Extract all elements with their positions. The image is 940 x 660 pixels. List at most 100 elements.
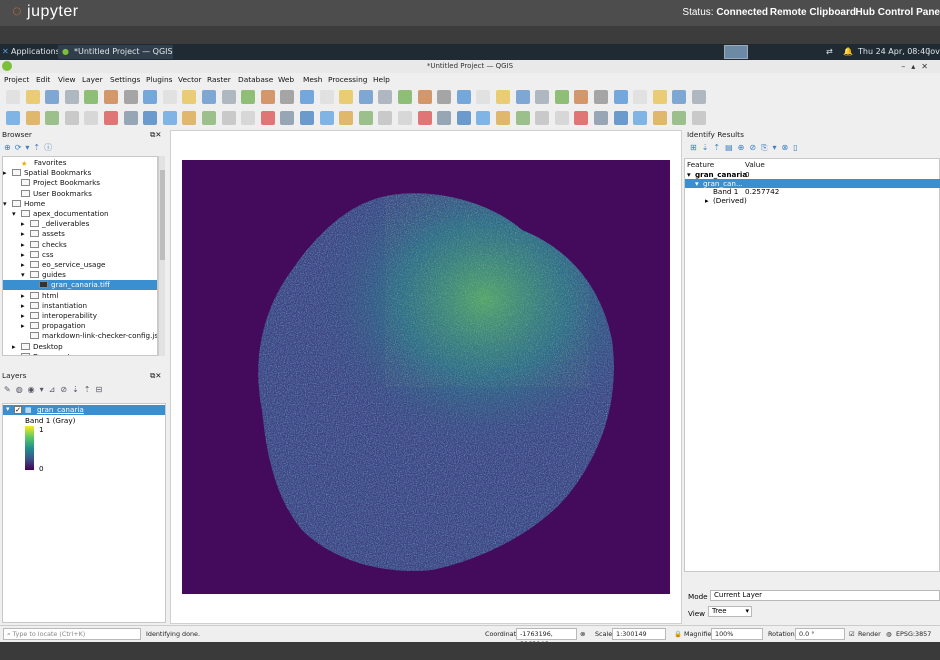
row1-tool-icon-20[interactable] (378, 90, 393, 104)
locator-search-input[interactable]: ⌕ Type to locate (Ctrl+K) (3, 628, 141, 640)
browser-item[interactable]: markdown-link-checker-config.json (3, 331, 157, 341)
browser-item[interactable]: ▸ Spatial Bookmarks (3, 168, 157, 178)
expand-arrow-icon[interactable]: ▸ (21, 250, 30, 260)
collapse-arrow-icon[interactable]: ▾ (6, 405, 10, 413)
row2-tool-icon-24[interactable] (456, 111, 471, 125)
row2-tool-icon-31[interactable] (594, 111, 608, 125)
row2-tool-icon-34[interactable] (652, 111, 667, 125)
crs-globe-icon[interactable]: ◍ (886, 630, 892, 638)
row1-tool-icon-14[interactable] (260, 90, 275, 104)
menu-vector[interactable]: Vector (178, 75, 202, 84)
row1-tool-icon-16[interactable] (300, 90, 314, 104)
identify-toolbar[interactable]: ⊞⇣⇡▤⊕⊘⎘▾⊗▯ (690, 143, 803, 153)
layer-visibility-checkbox[interactable]: ✓ (14, 406, 22, 414)
browser-item[interactable]: ▸ html (3, 291, 157, 301)
expand-arrow-icon[interactable]: ▸ (705, 196, 709, 205)
scrollbar-thumb[interactable] (160, 170, 165, 260)
row1-tool-icon-13[interactable] (241, 90, 256, 104)
row1-tool-icon-29[interactable] (554, 90, 569, 104)
expand-arrow-icon[interactable]: ▾ (12, 209, 21, 219)
expand-arrow-icon[interactable]: ▸ (12, 342, 21, 352)
panel-clock[interactable]: Thu 24 Apr, 08:40 (858, 47, 930, 56)
row1-tool-icon-32[interactable] (613, 90, 628, 104)
menu-help[interactable]: Help (373, 75, 390, 84)
browser-item[interactable]: ▾ apex_documentation (3, 209, 157, 219)
browser-item[interactable]: Project Bookmarks (3, 178, 157, 188)
expand-arrow-icon[interactable]: ▸ (21, 229, 30, 239)
browser-item[interactable]: ▾ guides (3, 270, 157, 280)
row2-tool-icon-25[interactable] (476, 111, 491, 125)
jupyter-logo[interactable]: ◌ jupyter (12, 3, 79, 21)
row2-tool-icon-20[interactable] (378, 111, 393, 125)
row2-tool-icon-4[interactable] (64, 111, 79, 125)
layers-toolbar[interactable]: ✎◍◉▾⊿⊘⇣⇡⊟ (4, 385, 107, 394)
expand-arrow-icon[interactable]: ▸ (21, 260, 30, 270)
row2-tool-icon-29[interactable] (554, 111, 569, 125)
row1-tool-icon-9[interactable] (162, 90, 177, 104)
menu-edit[interactable]: Edit (36, 75, 50, 84)
row1-tool-icon-18[interactable] (339, 90, 354, 104)
applications-menu[interactable]: Applications (11, 47, 60, 56)
row2-tool-icon-8[interactable] (143, 111, 158, 125)
row1-tool-icon-31[interactable] (594, 90, 608, 104)
view-select[interactable]: Tree ▾ (708, 606, 752, 617)
browser-toolbar[interactable]: ⊕⟳▾⇡ⓘ (4, 142, 56, 153)
browser-item[interactable]: ★ Favorites (3, 158, 157, 168)
workspace-switcher[interactable] (724, 45, 748, 59)
expand-arrow-icon[interactable]: ▸ (21, 321, 30, 331)
browser-item[interactable]: gran_canaria.tiff (3, 280, 157, 291)
layer-name[interactable]: gran_canaria (37, 405, 84, 414)
browser-item[interactable]: ▸ Documents (3, 352, 157, 355)
row1-tool-icon-21[interactable] (398, 90, 412, 104)
row1-tool-icon-11[interactable] (202, 90, 216, 104)
row1-tool-icon-25[interactable] (476, 90, 491, 104)
row2-tool-icon-16[interactable] (300, 111, 314, 125)
row2-tool-icon-32[interactable] (613, 111, 628, 125)
row2-tool-icon-6[interactable] (104, 111, 118, 125)
browser-item[interactable]: ▸ Desktop (3, 342, 157, 352)
identify-row[interactable]: ▸ (Derived) (685, 196, 940, 205)
mode-select[interactable]: Current Layer (710, 590, 940, 601)
row1-tool-icon-17[interactable] (319, 90, 334, 104)
expand-arrow-icon[interactable]: ▸ (21, 311, 30, 321)
row2-tool-icon-5[interactable] (84, 111, 99, 125)
row2-tool-icon-12[interactable] (221, 111, 236, 125)
row1-tool-icon-27[interactable] (515, 90, 530, 104)
row2-tool-icon-17[interactable] (319, 111, 334, 125)
menu-project[interactable]: Project (4, 75, 29, 84)
hub-control-panel-button[interactable]: Hub Control Pane (856, 7, 940, 18)
browser-item[interactable]: ▾ Home (3, 199, 157, 209)
remote-clipboard-button[interactable]: Remote Clipboard (770, 7, 856, 18)
row2-tool-icon-13[interactable] (241, 111, 256, 125)
layers-tree[interactable]: ▾ ✓ ▦ gran_canaria Band 1 (Gray) 1 0 (2, 403, 166, 623)
row2-tool-icon-18[interactable] (339, 111, 354, 125)
magnifier-field[interactable]: 100% (711, 628, 763, 640)
row2-tool-icon-28[interactable] (535, 111, 550, 125)
row1-tool-icon-22[interactable] (417, 90, 432, 104)
row2-tool-icon-7[interactable] (123, 111, 138, 125)
menu-layer[interactable]: Layer (82, 75, 103, 84)
row1-tool-icon-23[interactable] (437, 90, 452, 104)
applications-icon[interactable]: ✕ (2, 47, 9, 56)
layers-panel-close-icon[interactable]: ⧉✕ (150, 371, 161, 381)
browser-item[interactable]: ▸ assets (3, 229, 157, 239)
crs-label[interactable]: EPSG:3857 (896, 630, 931, 638)
scale-select[interactable]: 1:300149 (612, 628, 666, 640)
row1-tool-icon-30[interactable] (574, 90, 589, 104)
expand-arrow-icon[interactable]: ▸ (21, 219, 30, 229)
row2-tool-icon-10[interactable] (182, 111, 197, 125)
row1-tool-icon-35[interactable] (672, 90, 687, 104)
menu-plugins[interactable]: Plugins (146, 75, 172, 84)
row1-tool-icon-5[interactable] (84, 90, 99, 104)
browser-item[interactable]: ▸ _deliverables (3, 219, 157, 229)
lock-icon[interactable]: 🔒 (674, 630, 682, 638)
menu-settings[interactable]: Settings (110, 75, 140, 84)
browser-item[interactable]: ▸ interoperability (3, 311, 157, 321)
menu-processing[interactable]: Processing (328, 75, 367, 84)
browser-item[interactable]: ▸ instantiation (3, 301, 157, 311)
row1-tool-icon-15[interactable] (280, 90, 295, 104)
row1-tool-icon-6[interactable] (104, 90, 118, 104)
notification-bell-icon[interactable]: 🔔 (843, 47, 853, 56)
rotation-field[interactable]: 0.0 ° (795, 628, 845, 640)
row2-tool-icon-1[interactable] (6, 111, 20, 125)
